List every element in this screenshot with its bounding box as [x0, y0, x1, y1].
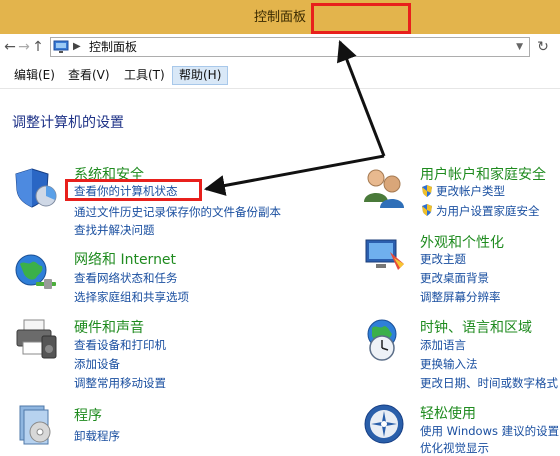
annotation-arrow-to-title [337, 40, 386, 157]
annotation-arrows [203, 40, 386, 196]
annotation-arrow-to-link [203, 154, 385, 196]
